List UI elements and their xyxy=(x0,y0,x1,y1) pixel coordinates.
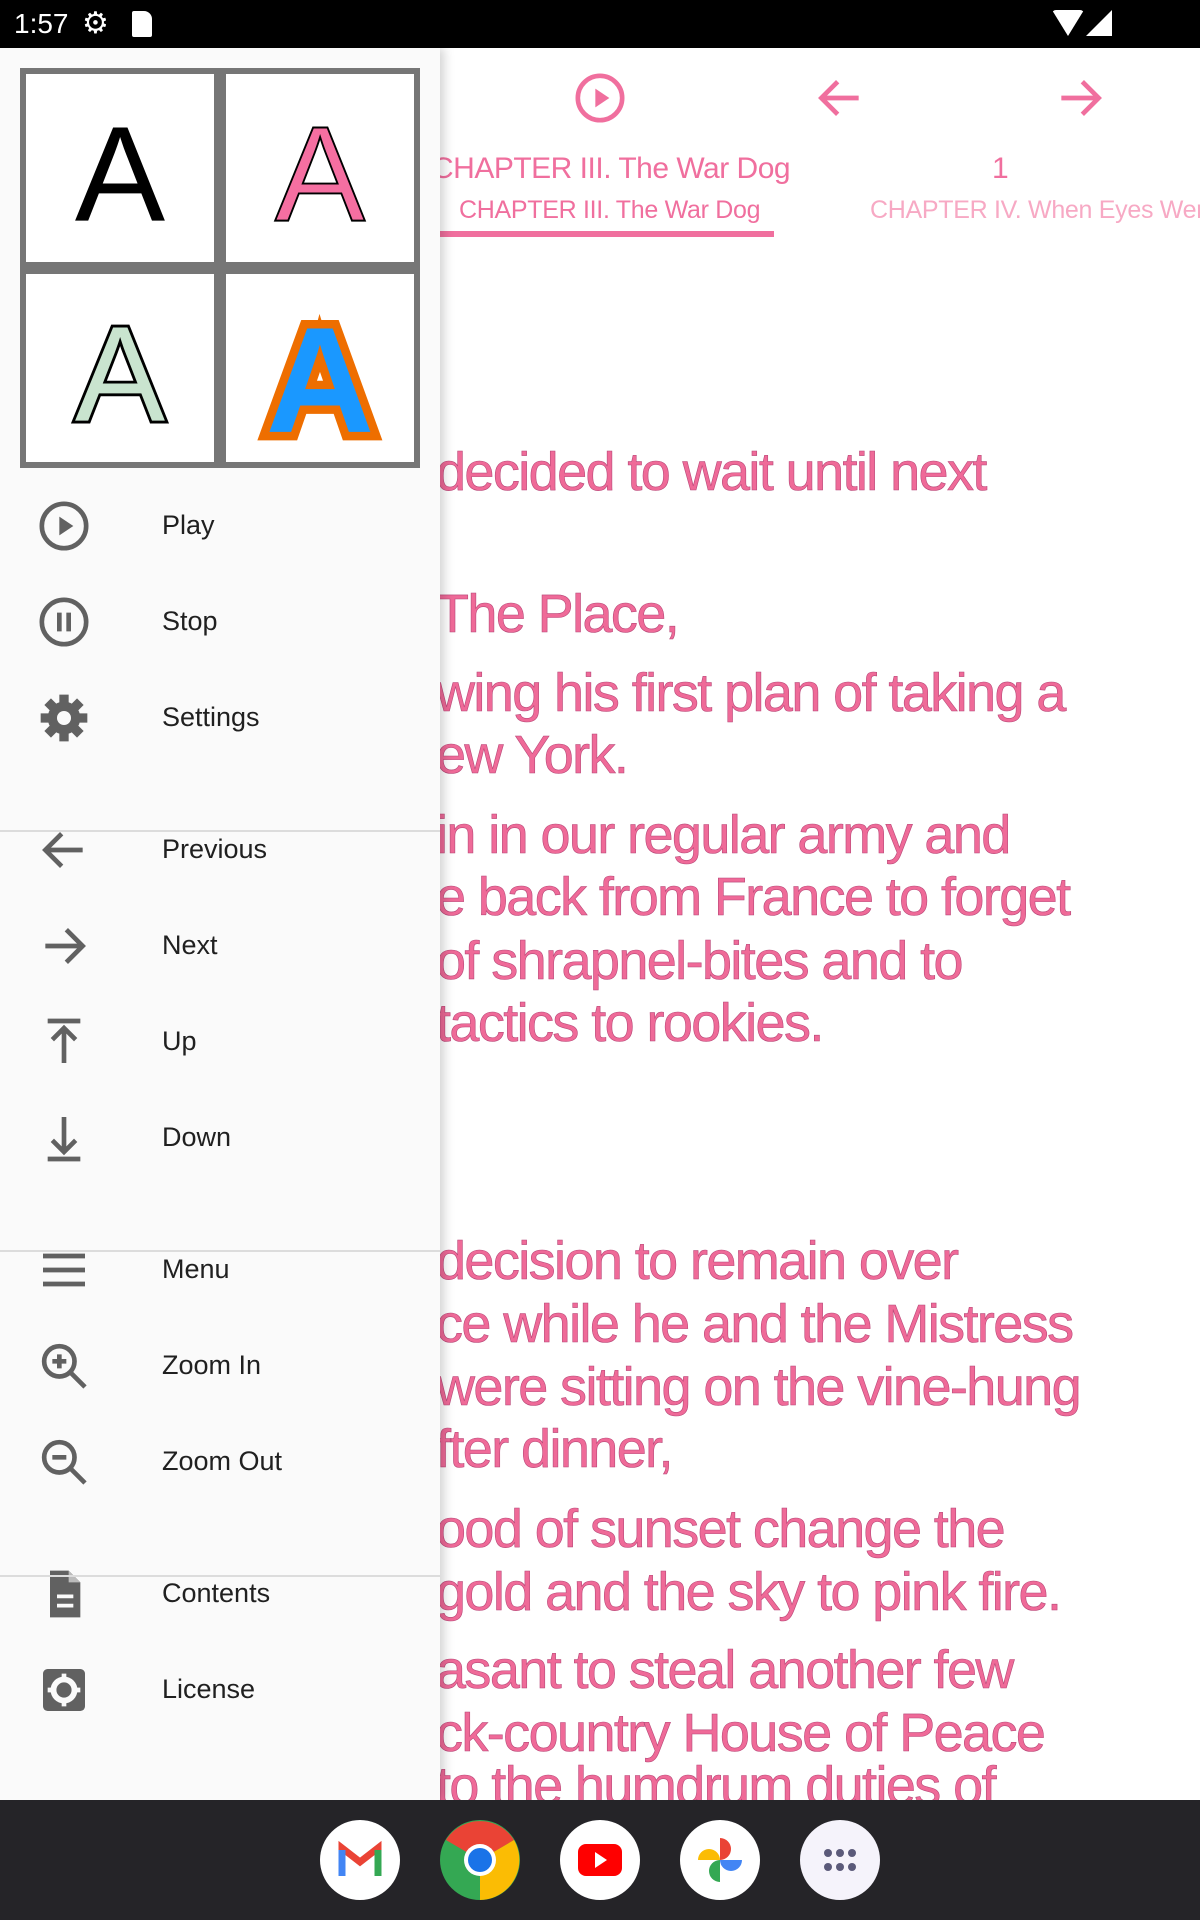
arrow-forward-icon xyxy=(45,928,86,964)
pause-circle-icon xyxy=(39,597,89,647)
text-line: in in our regular army and xyxy=(436,805,1012,866)
arrow-back-icon[interactable] xyxy=(812,70,868,126)
page-number: 1 xyxy=(992,152,1009,185)
wifi-icon xyxy=(1052,10,1084,36)
tab-chapter-iii[interactable]: CHAPTER III. The War Dog xyxy=(459,196,761,225)
drawer-item-zoom-in[interactable]: Zoom In xyxy=(0,1318,440,1414)
drawer-item-label: Contents xyxy=(162,1578,271,1608)
text-line: of shrapnel-bites and to xyxy=(436,931,964,992)
sd-card-icon xyxy=(132,11,152,37)
drawer-item-settings[interactable]: Settings xyxy=(0,670,440,766)
play-circle-icon xyxy=(39,501,89,551)
theme-tile-orange-blue[interactable]: A xyxy=(226,274,414,462)
drawer-item-menu[interactable]: Menu xyxy=(0,1222,440,1318)
svg-text:A: A xyxy=(75,298,166,450)
drawer-item-play[interactable]: Play xyxy=(0,478,440,574)
theme-tile-pink[interactable]: A xyxy=(226,74,414,262)
navigation-drawer: A A A A Play Stop Settings Previous Next Up Do… xyxy=(0,48,440,1800)
drawer-item-label: License xyxy=(162,1674,256,1704)
cell-signal-icon xyxy=(1086,10,1112,36)
text-line: e back from France to forget xyxy=(436,867,1072,928)
theme-tile-green[interactable]: A xyxy=(26,274,214,462)
svg-text:A: A xyxy=(266,296,375,462)
drawer-item-contents[interactable]: Contents xyxy=(0,1546,440,1642)
arrow-down-bar-icon xyxy=(47,1117,81,1162)
divider xyxy=(0,830,440,832)
text-line: ce while he and the Mistress xyxy=(436,1294,1075,1355)
drawer-item-up[interactable]: Up xyxy=(0,994,440,1090)
gmail-icon[interactable] xyxy=(320,1820,400,1900)
text-line: were sitting on the vine-hung xyxy=(436,1357,1082,1418)
drawer-item-license[interactable]: License xyxy=(0,1642,440,1738)
text-line: asant to steal another few xyxy=(436,1640,1015,1701)
drawer-item-label: Down xyxy=(162,1122,232,1152)
drawer-item-label: Menu xyxy=(162,1254,230,1284)
theme-tile-black[interactable]: A xyxy=(26,74,214,262)
drawer-item-label: Settings xyxy=(162,702,260,732)
clock: 1:57 xyxy=(14,8,69,39)
gear-icon xyxy=(40,694,88,742)
status-bar: 1:57 ⚙ xyxy=(0,0,1200,48)
drawer-item-stop[interactable]: Stop xyxy=(0,574,440,670)
text-line: ood of sunset change the xyxy=(436,1499,1006,1560)
chrome-icon[interactable] xyxy=(440,1820,520,1900)
photos-icon[interactable] xyxy=(680,1820,760,1900)
arrow-forward-icon[interactable] xyxy=(1052,70,1108,126)
drawer-item-label: Zoom Out xyxy=(162,1446,283,1476)
text-line: The Place, xyxy=(436,584,680,645)
app-drawer-icon[interactable] xyxy=(800,1820,880,1900)
text-line: decision to remain over xyxy=(436,1231,960,1292)
svg-text:A: A xyxy=(275,98,366,250)
drawer-item-label: Previous xyxy=(162,834,268,864)
drawer-item-zoom-out[interactable]: Zoom Out xyxy=(0,1414,440,1510)
chapter-title: CHAPTER III. The War Dog xyxy=(432,152,791,185)
text-line: wing his first plan of taking a xyxy=(436,663,1067,724)
divider xyxy=(0,1250,440,1252)
svg-text:A: A xyxy=(75,98,166,250)
drawer-item-label: Up xyxy=(162,1026,197,1056)
drawer-item-label: Stop xyxy=(162,606,218,636)
tab-chapter-iv[interactable]: CHAPTER IV. When Eyes Were xyxy=(870,196,1200,225)
text-line: to the humdrum duties of xyxy=(436,1756,997,1800)
drawer-item-previous[interactable]: Previous xyxy=(0,802,440,898)
text-line: decided to wait until next xyxy=(436,442,988,503)
theme-picker: A A A A xyxy=(20,68,420,468)
tab-indicator xyxy=(440,231,774,237)
gear-icon: ⚙ xyxy=(82,7,109,40)
drawer-item-down[interactable]: Down xyxy=(0,1090,440,1186)
settings-box-icon xyxy=(43,1669,85,1711)
text-line: ew York. xyxy=(436,725,630,786)
drawer-item-next[interactable]: Next xyxy=(0,898,440,994)
text-line: gold and the sky to pink fire. xyxy=(436,1562,1063,1623)
youtube-icon[interactable] xyxy=(560,1820,640,1900)
zoom-out-icon xyxy=(41,1439,87,1485)
play-circle-icon[interactable] xyxy=(572,70,628,126)
divider xyxy=(0,1575,440,1577)
dock xyxy=(0,1800,1200,1920)
zoom-in-icon xyxy=(41,1343,87,1389)
drawer-item-label: Zoom In xyxy=(162,1350,262,1380)
arrow-up-bar-icon xyxy=(47,1018,81,1063)
text-line: fter dinner, xyxy=(436,1419,674,1480)
drawer-item-label: Next xyxy=(162,930,218,960)
text-line: tactics to rookies. xyxy=(436,993,825,1054)
drawer-item-label: Play xyxy=(162,510,215,540)
